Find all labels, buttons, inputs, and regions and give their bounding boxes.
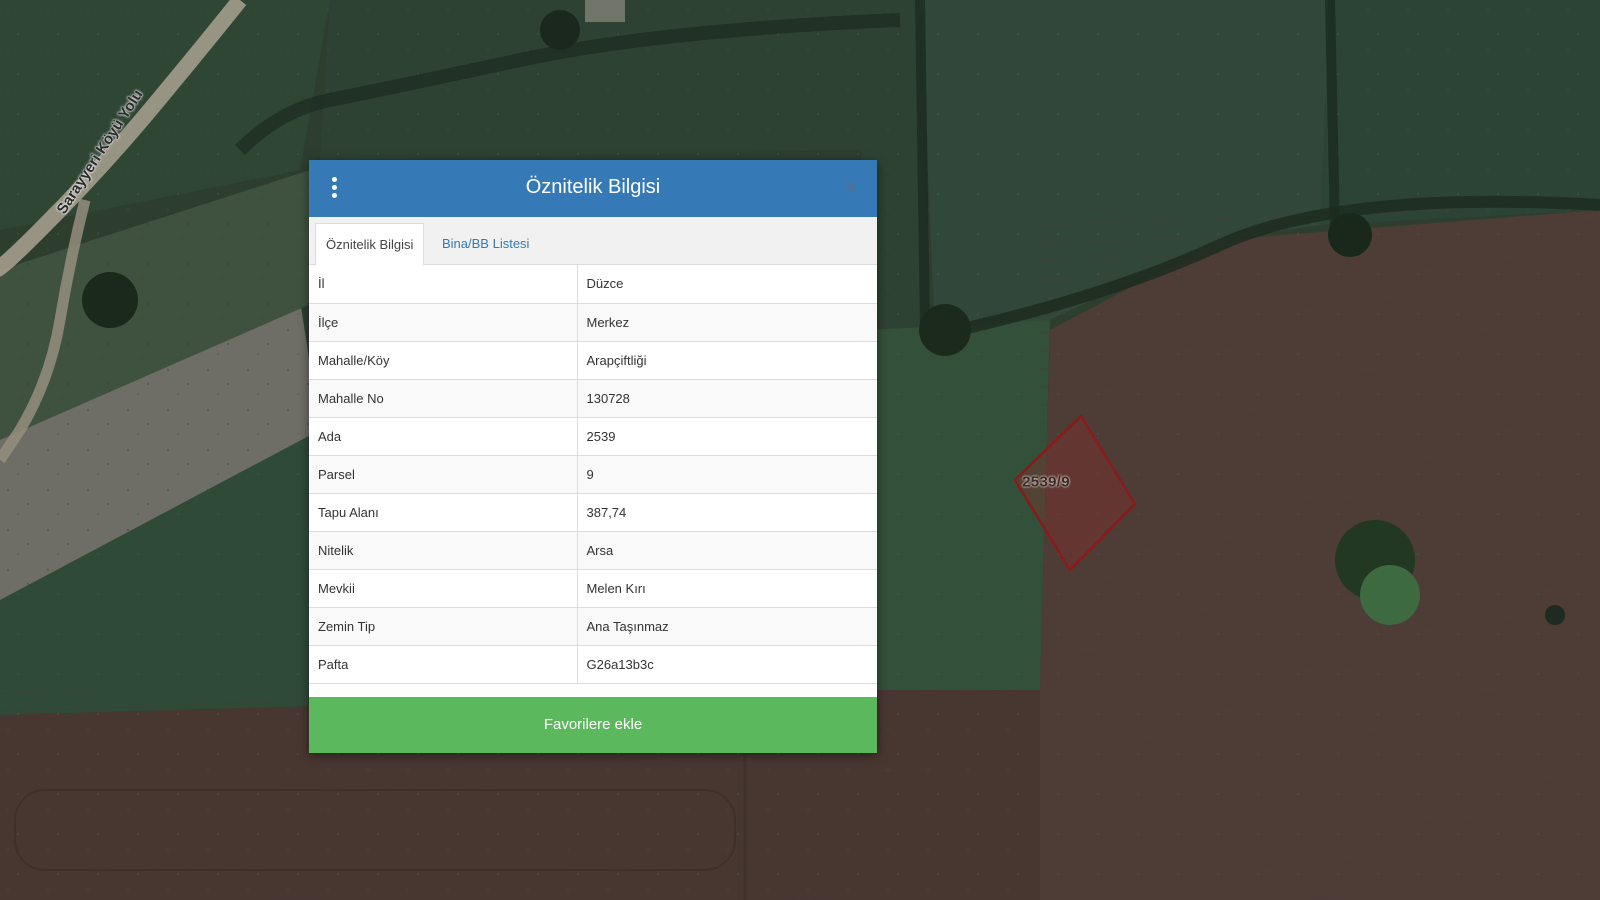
table-row: Mevkii Melen Kırı (309, 569, 877, 608)
attribute-value: Melen Kırı (577, 569, 877, 608)
attribute-value: 130728 (577, 379, 877, 418)
table-row: Pafta G26a13b3c (309, 645, 877, 684)
attribute-key: İl (309, 265, 578, 304)
table-row: Mahalle No 130728 (309, 379, 877, 418)
attribute-value: Arapçiftliği (577, 341, 877, 380)
table-row: Mahalle/Köy Arapçiftliği (309, 341, 877, 380)
attribute-value: 9 (577, 455, 877, 494)
attribute-key: Ada (309, 417, 578, 456)
attribute-key: Parsel (309, 455, 578, 494)
add-to-favorites-button[interactable]: Favorilere ekle (309, 697, 877, 753)
table-row: Nitelik Arsa (309, 531, 877, 570)
attribute-key: Pafta (309, 645, 578, 684)
table-row: İlçe Merkez (309, 303, 877, 342)
attribute-value: 387,74 (577, 493, 877, 532)
attribute-key: Tapu Alanı (309, 493, 578, 532)
attribute-value: G26a13b3c (577, 645, 877, 684)
dialog-title: Öznitelik Bilgisi (525, 176, 661, 198)
attribute-info-dialog: Öznitelik Bilgisi × Öznitelik Bilgisi Bi… (309, 160, 877, 753)
attribute-key: İlçe (309, 303, 578, 342)
table-row: Zemin Tip Ana Taşınmaz (309, 607, 877, 646)
parcel-label[interactable]: 2539/9 (1022, 474, 1070, 491)
attribute-key: Zemin Tip (309, 607, 578, 646)
dialog-header: Öznitelik Bilgisi × (309, 160, 877, 217)
attribute-value: 2539 (577, 417, 877, 456)
tab-attribute-info[interactable]: Öznitelik Bilgisi (315, 223, 425, 266)
attribute-key: Nitelik (309, 531, 578, 570)
attribute-key: Mevkii (309, 569, 578, 608)
attribute-value: Düzce (577, 265, 877, 304)
attribute-table: İl Düzce İlçe Merkez Mahalle/Köy Arapçiftliği… (309, 265, 877, 684)
attribute-key: Mahalle/Köy (309, 341, 578, 380)
table-row: Parsel 9 (309, 455, 877, 494)
attribute-value: Arsa (577, 531, 877, 570)
attribute-value: Ana Taşınmaz (577, 607, 877, 646)
table-row: Tapu Alanı 387,74 (309, 493, 877, 532)
attribute-key: Mahalle No (309, 379, 578, 418)
tab-building-list[interactable]: Bina/BB Listesi (432, 223, 539, 265)
tab-bar: Öznitelik Bilgisi Bina/BB Listesi (309, 217, 877, 266)
table-row: İl Düzce (309, 265, 877, 304)
attribute-value: Merkez (577, 303, 877, 342)
table-row: Ada 2539 (309, 417, 877, 456)
close-icon[interactable]: × (841, 176, 861, 198)
